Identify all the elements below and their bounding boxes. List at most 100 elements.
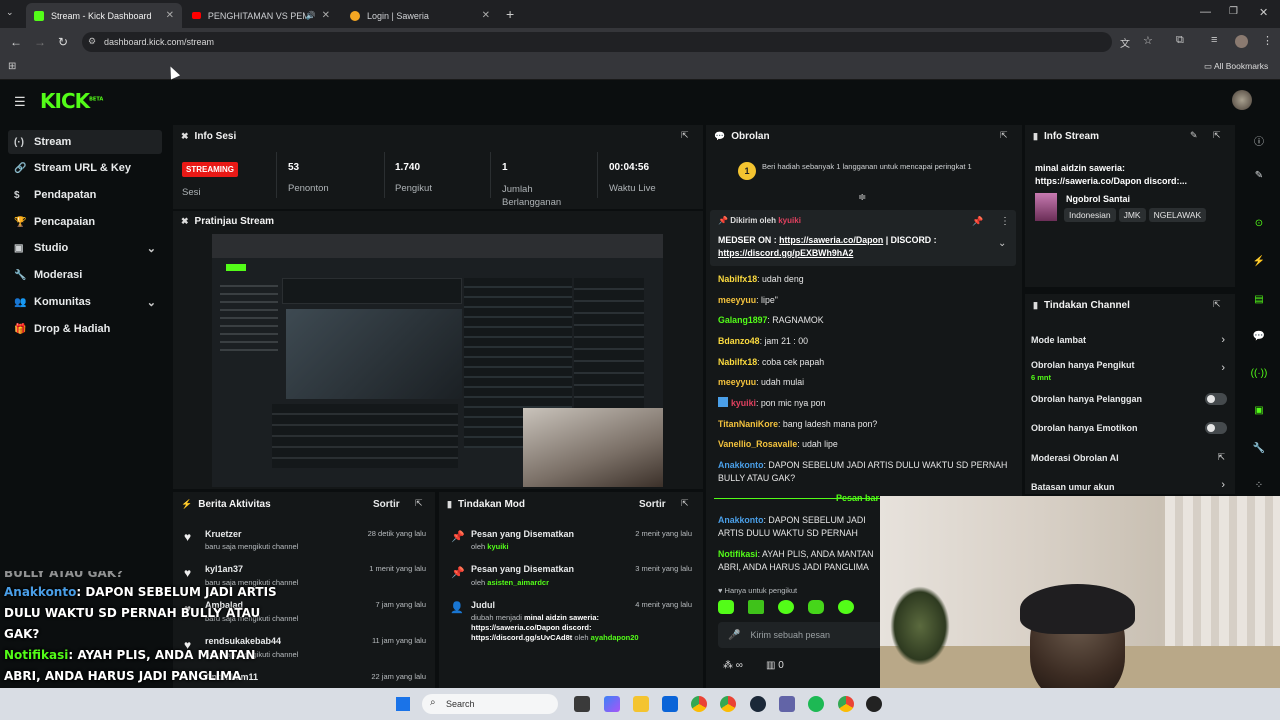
pinned-link[interactable]: https://saweria.co/Dapon <box>779 235 883 245</box>
info-icon[interactable]: ⓘ <box>1250 133 1268 151</box>
tag[interactable]: NGELAWAK <box>1148 208 1207 222</box>
close-icon[interactable]: ✕ <box>322 10 330 21</box>
popout-icon[interactable]: ⇱ <box>1213 130 1221 141</box>
chat-username[interactable]: kyuiki <box>731 398 756 408</box>
tag[interactable]: JMK <box>1118 208 1146 222</box>
target-icon[interactable]: ⊙ <box>1250 218 1268 236</box>
close-window-button[interactable]: ✕ <box>1259 6 1268 19</box>
chat-username[interactable]: Anakkonto <box>718 515 763 525</box>
chat-username[interactable]: Bdanzo48 <box>718 336 760 346</box>
user-avatar[interactable] <box>1232 90 1252 110</box>
activity-sort-button[interactable]: Sortir <box>373 499 400 510</box>
sidebar-item-drop[interactable]: 🎁 Drop & Hadiah <box>8 317 162 341</box>
pinned-user[interactable]: kyuiki <box>778 216 801 225</box>
stream-preview-video[interactable] <box>212 234 663 487</box>
chevron-down-icon[interactable]: ⌄ <box>147 296 156 309</box>
expand-chevron-icon[interactable]: ⌄ <box>998 238 1006 249</box>
chat-username[interactable]: Notifikasi <box>718 549 758 559</box>
chevron-down-icon[interactable]: ⌄ <box>147 242 156 255</box>
close-icon[interactable]: ✕ <box>166 10 174 21</box>
chrome-active-icon[interactable] <box>838 696 854 712</box>
chrome-icon[interactable] <box>691 696 707 712</box>
slow-mode-row[interactable]: Mode lambat › <box>1031 334 1229 350</box>
sidebar-item-stream-url[interactable]: 🔗 Stream URL & Key <box>8 156 162 180</box>
pinned-link[interactable]: https://discord.gg/pEXBWh9hA2 <box>718 248 853 258</box>
mod-action-user[interactable]: kyuiki <box>487 542 508 551</box>
mod-action-user[interactable]: ayahdapon20 <box>591 633 639 642</box>
extensions-icon[interactable]: ⧉ <box>1176 34 1184 47</box>
profile-avatar[interactable] <box>1235 35 1248 48</box>
sidebar-item-studio[interactable]: ▣ Studio ⌄ <box>8 236 162 260</box>
sidebar-item-pencapaian[interactable]: 🏆 Pencapaian <box>8 210 162 234</box>
tab-saweria[interactable]: Login | Saweria ✕ <box>342 3 498 28</box>
emote-icon[interactable] <box>718 600 734 614</box>
obs-icon[interactable] <box>866 696 882 712</box>
task-view-icon[interactable] <box>574 696 590 712</box>
lightning-icon[interactable]: ⚡ <box>1250 256 1268 274</box>
taskbar-search[interactable]: ⌕ Search <box>422 694 558 714</box>
emote-icon[interactable] <box>808 600 824 614</box>
unpin-icon[interactable]: 📌 <box>972 216 983 227</box>
chat-username[interactable]: TitanNaniKore <box>718 419 778 429</box>
tag[interactable]: Indonesian <box>1064 208 1116 222</box>
microphone-icon[interactable]: 🎤 <box>728 630 740 641</box>
apps-grid-icon[interactable]: ⊞ <box>8 61 16 72</box>
windows-start-icon[interactable] <box>396 697 410 711</box>
teams-icon[interactable] <box>779 696 795 712</box>
pencil-icon[interactable]: ✎ <box>1250 170 1268 188</box>
new-tab-button[interactable]: + <box>506 6 514 22</box>
speaker-icon[interactable]: 🔊 <box>306 11 316 20</box>
spotify-icon[interactable] <box>808 696 824 712</box>
back-icon[interactable]: ← <box>10 35 22 49</box>
kick-logo[interactable]: KICKBETA <box>40 89 103 113</box>
chat-username[interactable]: Vanellio_Rosavalle <box>718 439 797 449</box>
emote-only-toggle[interactable] <box>1205 422 1227 434</box>
sidebar-item-stream[interactable]: (·) Stream <box>8 130 162 154</box>
all-bookmarks-button[interactable]: ▭ All Bookmarks <box>1204 61 1268 72</box>
close-icon[interactable]: ✕ <box>482 10 490 21</box>
mail-icon[interactable] <box>662 696 678 712</box>
layout-icon[interactable]: ▣ <box>1250 405 1268 423</box>
tab-youtube[interactable]: PENGHITAMAN VS PEMUTI 🔊 ✕ <box>184 3 338 28</box>
tab-kick-dashboard[interactable]: Stream - Kick Dashboard ✕ <box>26 3 182 28</box>
wrench-icon[interactable]: 🔧 <box>1250 443 1268 461</box>
subscribers-only-toggle[interactable] <box>1205 393 1227 405</box>
copilot-icon[interactable] <box>604 696 620 712</box>
site-info-icon[interactable]: ⚙ <box>88 36 96 47</box>
mod-action-user[interactable]: asisten_aimardcr <box>487 578 549 587</box>
reload-icon[interactable]: ↻ <box>58 35 68 49</box>
tab-search-button[interactable]: ⌄ <box>6 7 20 21</box>
steam-icon[interactable] <box>750 696 766 712</box>
chat-username[interactable]: Nabilfx18 <box>718 357 757 367</box>
translate-icon[interactable]: 文 <box>1120 35 1130 50</box>
file-explorer-icon[interactable] <box>633 696 649 712</box>
category-name[interactable]: Ngobrol Santai <box>1066 194 1130 204</box>
star-icon[interactable]: ☆ <box>1143 34 1153 47</box>
chat-username[interactable]: Anakkonto <box>718 460 763 470</box>
sidebar-item-komunitas[interactable]: 👥 Komunitas ⌄ <box>8 290 162 314</box>
chat-username[interactable]: meeyyuu <box>718 377 756 387</box>
url-field[interactable]: ⚙ dashboard.kick.com/stream <box>82 32 1112 52</box>
emote-icon[interactable] <box>778 600 794 614</box>
sidebar-item-moderasi[interactable]: 🔧 Moderasi <box>8 263 162 287</box>
minimize-button[interactable]: — <box>1200 6 1211 18</box>
maximize-button[interactable]: ❐ <box>1229 6 1238 17</box>
modactions-sort-button[interactable]: Sortir <box>639 499 666 510</box>
chat-username[interactable]: Nabilfx18 <box>718 274 757 284</box>
sidebar-item-pendapatan[interactable]: $ Pendapatan <box>8 183 162 207</box>
emote-icon[interactable] <box>748 600 764 614</box>
popout-icon[interactable]: ⇱ <box>415 498 423 509</box>
chat-icon[interactable]: 💬 <box>1250 331 1268 349</box>
emote-only-row[interactable]: Obrolan hanya Emotikon <box>1031 422 1229 438</box>
popout-icon[interactable]: ⇱ <box>1213 299 1221 310</box>
media-icon[interactable]: ≡ <box>1211 34 1217 46</box>
emote-icon[interactable] <box>838 600 854 614</box>
ai-moderation-row[interactable]: Moderasi Obrolan AI ⇱ <box>1031 452 1229 468</box>
filter-icon[interactable]: ≑ <box>858 192 866 203</box>
chat-username[interactable]: Galang1897 <box>718 315 767 325</box>
forward-icon[interactable]: → <box>34 35 46 49</box>
gift-icon[interactable]: ▥ 0 <box>766 660 784 671</box>
menu-dots-icon[interactable]: ⋮ <box>1262 34 1273 47</box>
more-options-icon[interactable]: ⋮ <box>1000 216 1010 227</box>
menu-hamburger-icon[interactable]: ☰ <box>14 94 26 110</box>
